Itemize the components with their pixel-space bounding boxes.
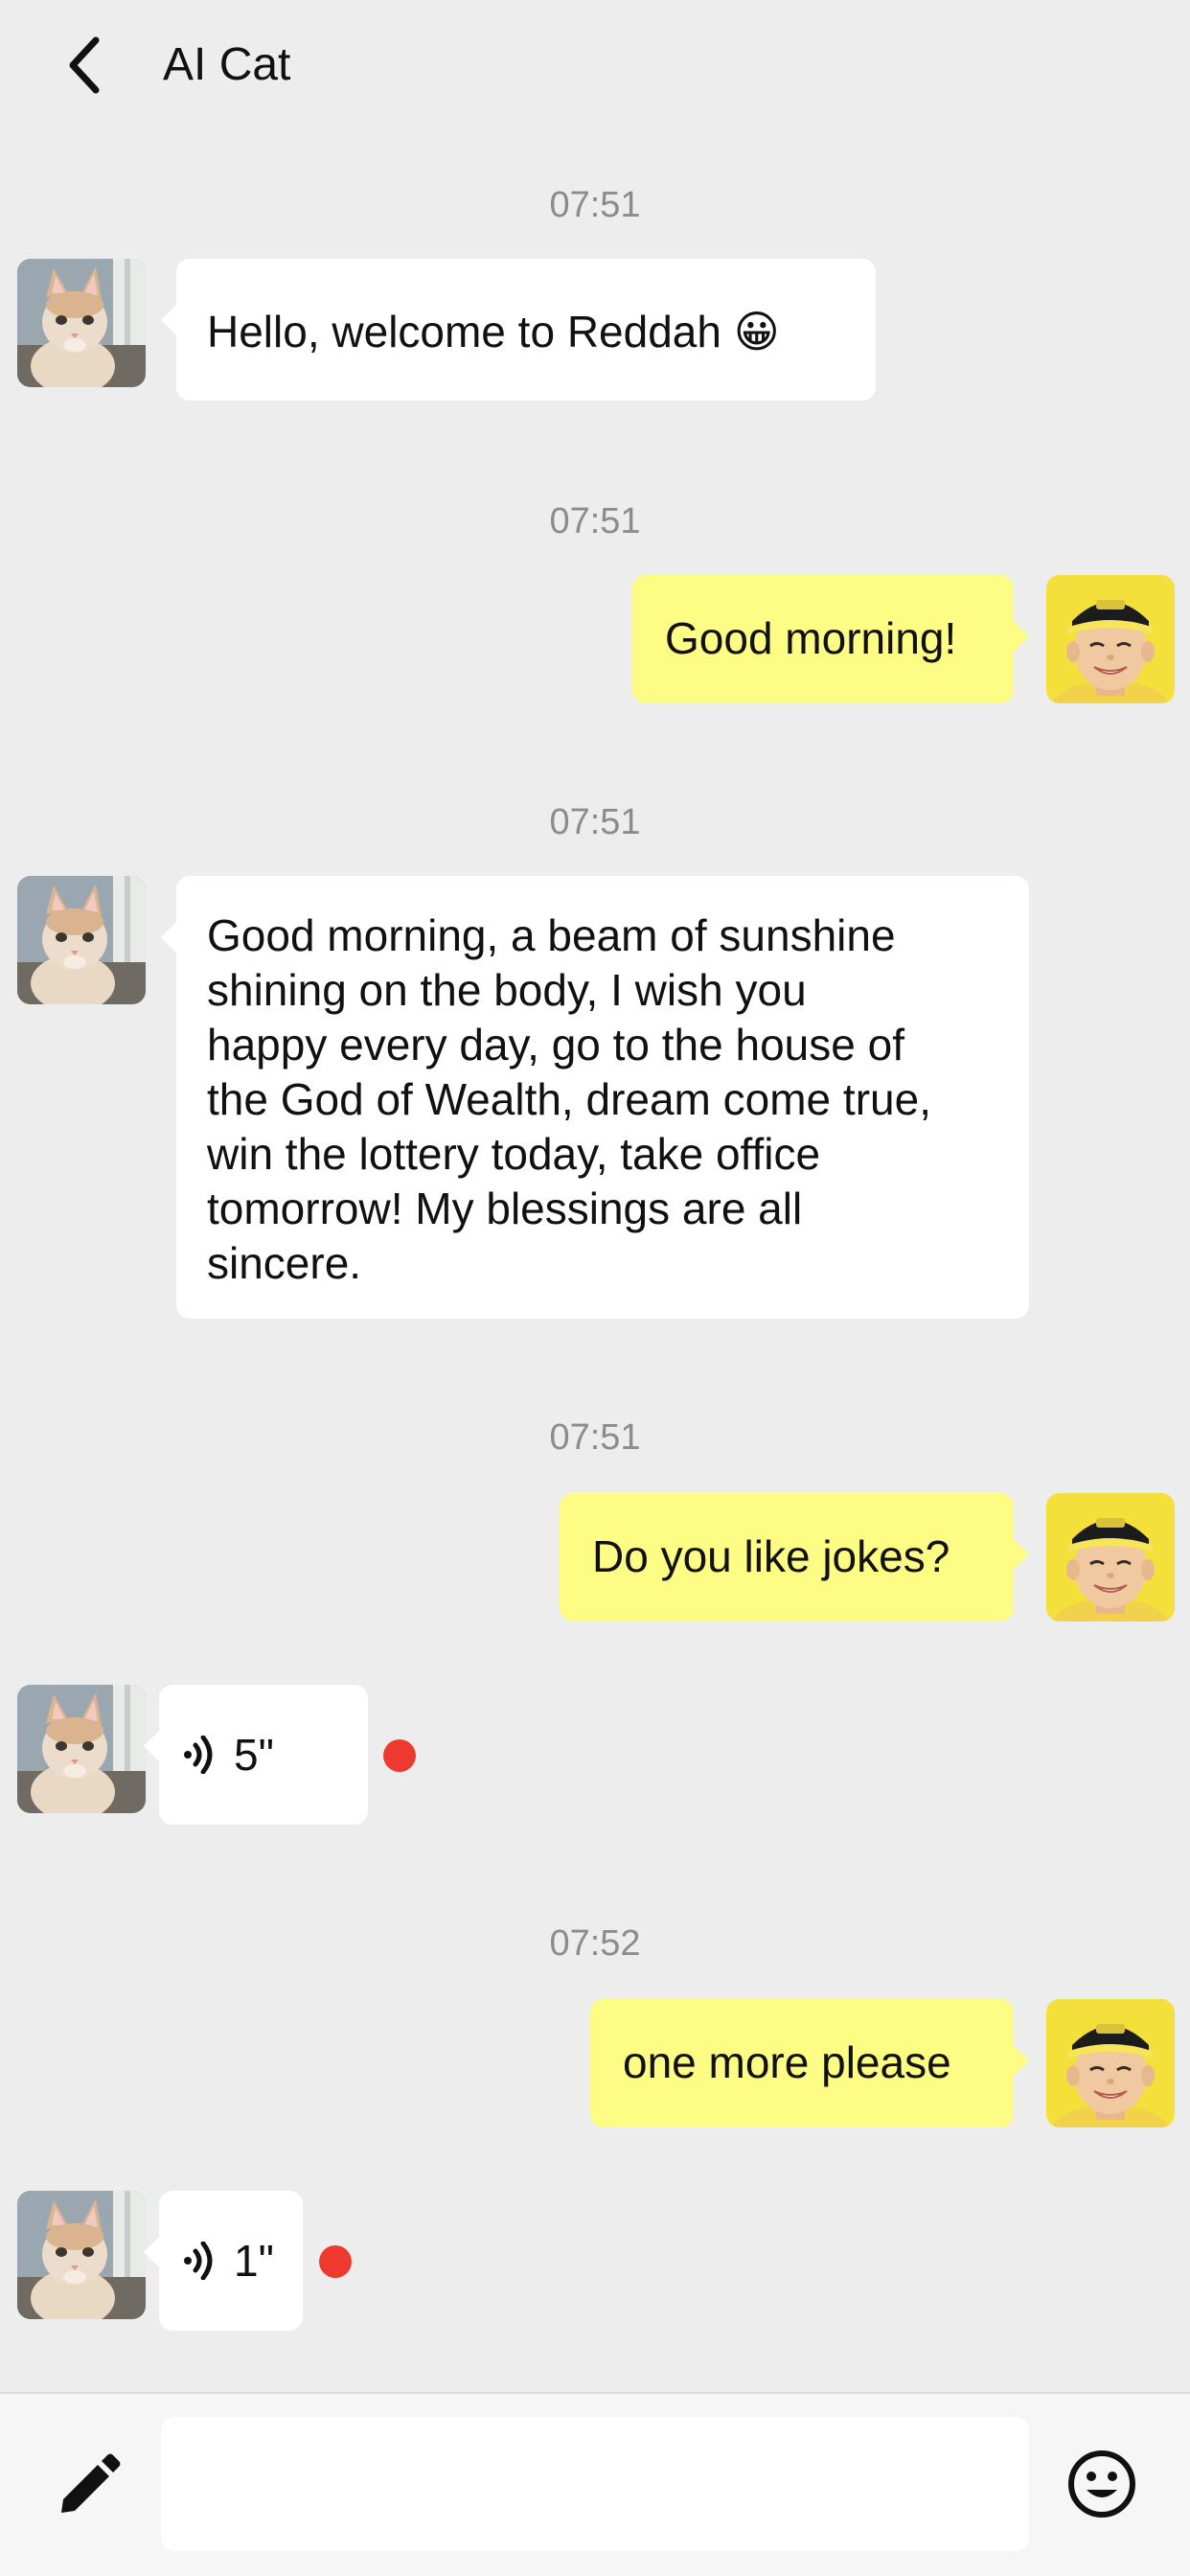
- boy-avatar[interactable]: [1046, 575, 1175, 703]
- user-message-bubble[interactable]: one more please: [590, 1999, 1029, 2128]
- voice-wave-icon: [182, 1736, 220, 1774]
- message-text: one more please: [623, 2037, 951, 2087]
- voice-duration: 1": [234, 2235, 274, 2286]
- unread-dot: [383, 1739, 416, 1772]
- pencil-button[interactable]: [54, 2451, 123, 2520]
- message-line: sincere.: [207, 1238, 362, 1288]
- back-button[interactable]: [56, 36, 113, 94]
- message-line: win the lottery today, take office: [207, 1129, 821, 1179]
- message-line: the God of Wealth, dream come true,: [207, 1074, 931, 1124]
- voice-duration: 5": [234, 1729, 274, 1780]
- bot-message-bubble[interactable]: Good morning, a beam of sunshine shining…: [161, 876, 1029, 1319]
- message-input[interactable]: [161, 2417, 1029, 2551]
- user-message-bubble[interactable]: Do you like jokes?: [560, 1493, 1029, 1622]
- message-timestamp: 07:51: [549, 1417, 641, 1458]
- message-line: Good morning, a beam of sunshine: [207, 910, 896, 960]
- pencil-icon[interactable]: [54, 2451, 123, 2520]
- message-timestamp: 07:51: [549, 185, 641, 225]
- chat-header: AI Cat: [0, 0, 1190, 130]
- message-text: Do you like jokes?: [592, 1531, 950, 1581]
- message-timestamp: 07:51: [549, 802, 641, 842]
- boy-avatar[interactable]: [1046, 1999, 1175, 2128]
- chat-title: AI Cat: [163, 39, 291, 90]
- emoji-icon[interactable]: [1065, 2448, 1138, 2520]
- unread-dot: [319, 2245, 352, 2278]
- emoji-button[interactable]: [1065, 2448, 1138, 2520]
- message-line: happy every day, go to the house of: [207, 1020, 904, 1070]
- bot-message-bubble[interactable]: Hello, welcome to Reddah 😀: [161, 259, 876, 401]
- cat-avatar[interactable]: [17, 1685, 146, 1813]
- user-message-bubble[interactable]: Good morning!: [632, 575, 1029, 703]
- voice-message-bubble[interactable]: 5": [144, 1685, 368, 1825]
- voice-message-bubble[interactable]: 1": [144, 2191, 303, 2331]
- message-timestamp: 07:52: [549, 1923, 641, 1964]
- message-text: Good morning!: [665, 613, 957, 663]
- cat-avatar[interactable]: [17, 876, 146, 1004]
- cat-avatar[interactable]: [17, 2191, 146, 2319]
- voice-wave-icon: [182, 2242, 220, 2280]
- message-timestamp: 07:51: [549, 501, 641, 541]
- message-text: Hello, welcome to Reddah 😀: [207, 307, 780, 356]
- chevron-left-icon[interactable]: [65, 36, 103, 94]
- boy-avatar[interactable]: [1046, 1493, 1175, 1622]
- message-line: tomorrow! My blessings are all: [207, 1184, 803, 1233]
- chat-input-bar: [0, 2392, 1190, 2576]
- cat-avatar[interactable]: [17, 259, 146, 387]
- message-line: shining on the body, I wish you: [207, 965, 807, 1015]
